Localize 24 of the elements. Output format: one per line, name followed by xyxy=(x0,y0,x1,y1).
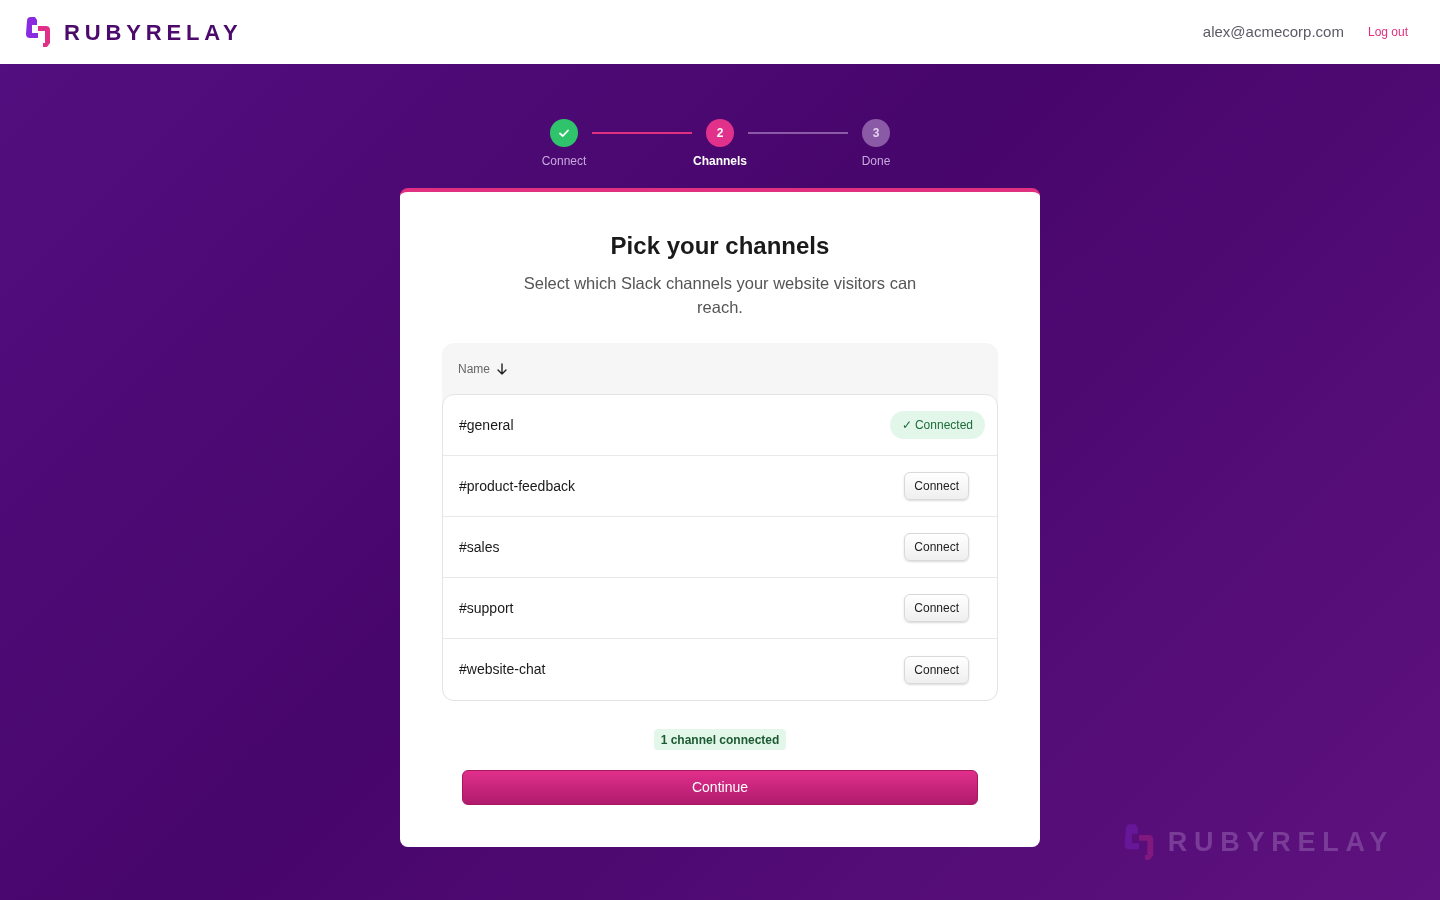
connect-button[interactable]: Connect xyxy=(904,594,969,622)
card-subtitle: Select which Slack channels your website visitors can reach. xyxy=(522,273,918,318)
continue-button[interactable]: Continue xyxy=(462,770,978,805)
step-label: Connect xyxy=(541,153,587,169)
channel-name: #sales xyxy=(459,537,500,557)
user-email: alex@acmecorp.com xyxy=(1202,21,1344,42)
step-label: Channels xyxy=(693,153,747,169)
brand-name: RUBYRELAY xyxy=(64,18,243,47)
channel-name: #product-feedback xyxy=(459,476,575,496)
channel-name: #website-chat xyxy=(459,660,546,679)
name-column-header[interactable]: Name xyxy=(458,359,508,378)
logo-icon xyxy=(24,16,52,48)
step-number: 2 xyxy=(706,119,734,147)
card-title: Pick your channels xyxy=(610,232,830,260)
connected-badge: ✓ Connected xyxy=(889,411,985,439)
connect-button[interactable]: Connect xyxy=(904,655,969,684)
channel-name: #support xyxy=(459,598,514,618)
step-label: Done xyxy=(861,153,891,169)
step-number: 3 xyxy=(862,119,890,147)
connect-button[interactable]: Connect xyxy=(904,533,969,561)
connected-count-badge: 1 channel connected xyxy=(653,729,787,750)
connect-button[interactable]: Connect xyxy=(904,472,969,500)
logout-link[interactable]: Log out xyxy=(1367,23,1408,41)
channel-name: #general xyxy=(459,415,514,435)
